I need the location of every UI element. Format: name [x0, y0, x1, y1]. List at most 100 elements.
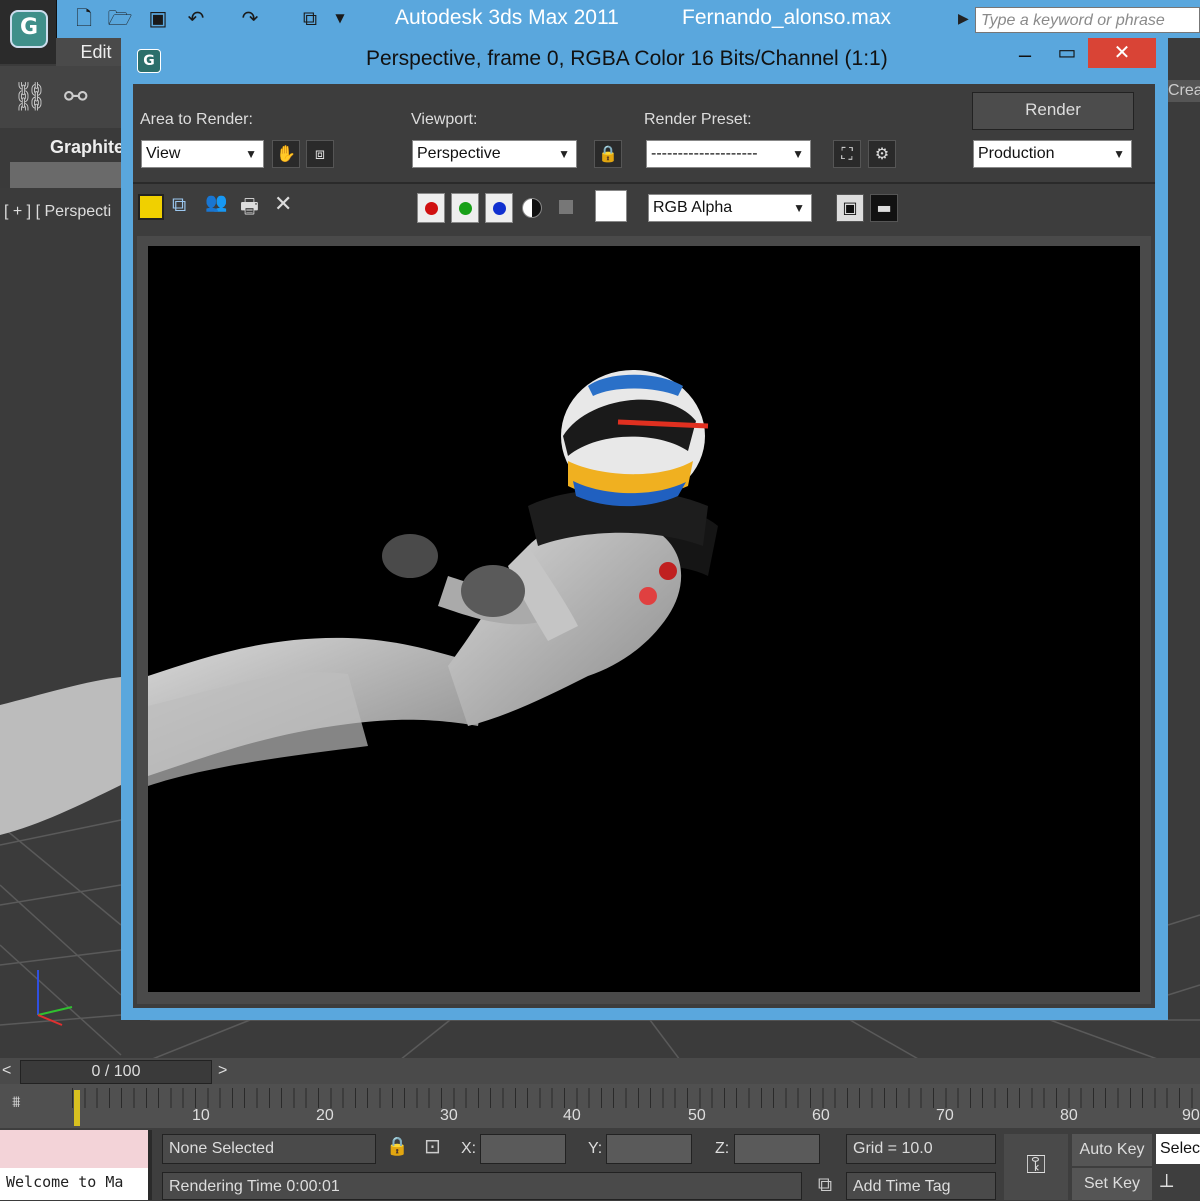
red-channel-toggle[interactable]: [417, 193, 445, 223]
app-filename: Fernando_alonso.max: [682, 6, 891, 29]
render-image[interactable]: [148, 246, 1140, 992]
search-input[interactable]: Type a keyword or phrase: [975, 7, 1200, 33]
add-time-tag-icon[interactable]: ⧉: [810, 1172, 840, 1200]
render-window-icon: G: [137, 49, 161, 73]
tick-label: 90: [1182, 1107, 1200, 1124]
tick-label: 30: [440, 1107, 458, 1124]
tick-label: 10: [192, 1107, 210, 1124]
red-channel-icon: [425, 202, 438, 215]
render-mode-value: Production: [978, 145, 1055, 162]
main-toolbar: ⛓ ⚯: [0, 66, 136, 128]
print-icon[interactable]: 🖶: [240, 192, 259, 226]
chevron-down-icon: ▼: [792, 147, 804, 161]
app-menu-button[interactable]: G: [0, 0, 57, 64]
prompt-line: Rendering Time 0:00:01: [162, 1172, 802, 1200]
toolbar-separator: [133, 182, 1155, 184]
chevron-down-icon: ▼: [793, 201, 805, 215]
green-channel-icon: [459, 202, 472, 215]
save-image-icon[interactable]: [138, 194, 164, 220]
blue-channel-toggle[interactable]: [485, 193, 513, 223]
monochrome-icon[interactable]: [559, 200, 573, 214]
save-icon[interactable]: ▣: [144, 4, 172, 32]
swatch-color[interactable]: [595, 190, 627, 222]
ribbon-bar: [10, 162, 136, 188]
transform-mode-icon[interactable]: ⊡: [424, 1134, 441, 1158]
tracking-icon[interactable]: 👥: [205, 192, 227, 213]
background-suit-leg: [0, 677, 121, 835]
close-button[interactable]: ✕: [1088, 38, 1156, 68]
area-to-render-label: Area to Render:: [140, 111, 253, 128]
project-folder-icon[interactable]: ⧉: [296, 4, 324, 32]
x-field[interactable]: [480, 1134, 566, 1164]
tick-label: 70: [936, 1107, 954, 1124]
time-prev-button[interactable]: <: [2, 1062, 11, 1080]
maxscript-welcome[interactable]: Welcome to Ma: [0, 1168, 148, 1200]
toggle-ui-overlay-icon[interactable]: ▣: [836, 194, 864, 222]
axis-gizmo-icon: [37, 970, 73, 1026]
render-preset-dropdown[interactable]: -------------------- ▼: [646, 140, 811, 168]
clear-icon[interactable]: ✕: [274, 192, 292, 217]
y-field[interactable]: [606, 1134, 692, 1164]
z-field[interactable]: [734, 1134, 820, 1164]
viewport-dropdown[interactable]: Perspective ▼: [412, 140, 577, 168]
link-icon[interactable]: ⛓: [12, 80, 48, 113]
alpha-channel-icon[interactable]: [522, 198, 542, 218]
tick-label: 60: [812, 1107, 830, 1124]
toggle-ui-icon[interactable]: ▬: [870, 194, 898, 222]
render-setup-icon[interactable]: ⚙: [868, 140, 896, 168]
search-arrow-icon[interactable]: ▶: [958, 10, 969, 27]
set-key-button[interactable]: Set Key: [1072, 1168, 1152, 1200]
chevron-down-icon: ▼: [558, 147, 570, 161]
green-channel-toggle[interactable]: [451, 193, 479, 223]
clone-icon[interactable]: ⧉: [172, 192, 186, 216]
rendered-driver-image: [148, 370, 718, 786]
x-label: X:: [461, 1140, 477, 1157]
key-mode-icon[interactable]: ⟂: [1160, 1168, 1173, 1192]
selection-status: None Selected: [162, 1134, 376, 1164]
render-window-title: Perspective, frame 0, RGBA Color 16 Bits…: [366, 47, 888, 70]
render-preset-value: --------------------: [651, 145, 758, 162]
time-marker[interactable]: [74, 1090, 80, 1126]
viewport-dropdown-label: Viewport:: [411, 111, 478, 128]
chevron-down-icon: ▼: [1113, 147, 1125, 161]
area-to-render-value: View: [146, 145, 181, 162]
blue-channel-icon: [493, 202, 506, 215]
z-label: Z:: [715, 1140, 730, 1157]
open-icon[interactable]: 🗁: [106, 4, 134, 32]
unlink-icon[interactable]: ⚯: [64, 80, 87, 113]
viewport-label[interactable]: [ + ] [ Perspecti: [4, 203, 111, 221]
tick-label: 50: [688, 1107, 706, 1124]
crop-icon[interactable]: ⧈: [306, 140, 334, 168]
pan-icon[interactable]: ✋: [272, 140, 300, 168]
app-title: Autodesk 3ds Max 2011: [395, 6, 619, 29]
undo-icon[interactable]: ↶: [182, 4, 210, 32]
new-icon[interactable]: 🗋: [70, 4, 98, 32]
app-logo-icon: G: [10, 10, 48, 48]
viewport-value: Perspective: [417, 145, 501, 162]
add-time-tag-button[interactable]: Add Time Tag: [846, 1172, 996, 1200]
maximize-button[interactable]: ▭: [1052, 40, 1082, 66]
render-button[interactable]: Render: [972, 92, 1134, 130]
ribbon-graphite-label[interactable]: Graphite: [50, 137, 124, 158]
lock-icon[interactable]: 🔒: [594, 140, 622, 168]
y-label: Y:: [588, 1140, 603, 1157]
selection-lock-icon[interactable]: 🔒: [386, 1136, 408, 1157]
create-tab[interactable]: Crea: [1168, 80, 1200, 102]
key-icon[interactable]: ⚿: [1004, 1134, 1068, 1200]
time-next-button[interactable]: >: [218, 1062, 227, 1080]
tick-label: 20: [316, 1107, 334, 1124]
qa-dropdown-icon[interactable]: ▼: [326, 4, 354, 32]
auto-key-button[interactable]: Auto Key: [1072, 1134, 1152, 1166]
display-channel-value: RGB Alpha: [653, 199, 733, 216]
tick-label: 40: [563, 1107, 581, 1124]
key-filter-dropdown[interactable]: Selected: [1156, 1134, 1200, 1164]
redo-icon[interactable]: ↷: [236, 4, 264, 32]
area-to-render-dropdown[interactable]: View ▼: [141, 140, 264, 168]
display-channel-dropdown[interactable]: RGB Alpha ▼: [648, 194, 812, 222]
render-mode-dropdown[interactable]: Production ▼: [973, 140, 1132, 168]
environment-effects-icon[interactable]: ⛶: [833, 140, 861, 168]
time-slider[interactable]: 0 / 100: [20, 1060, 212, 1084]
time-config-icon[interactable]: ⩩: [12, 1092, 44, 1120]
chevron-down-icon: ▼: [245, 147, 257, 161]
minimize-button[interactable]: –: [1010, 42, 1040, 68]
